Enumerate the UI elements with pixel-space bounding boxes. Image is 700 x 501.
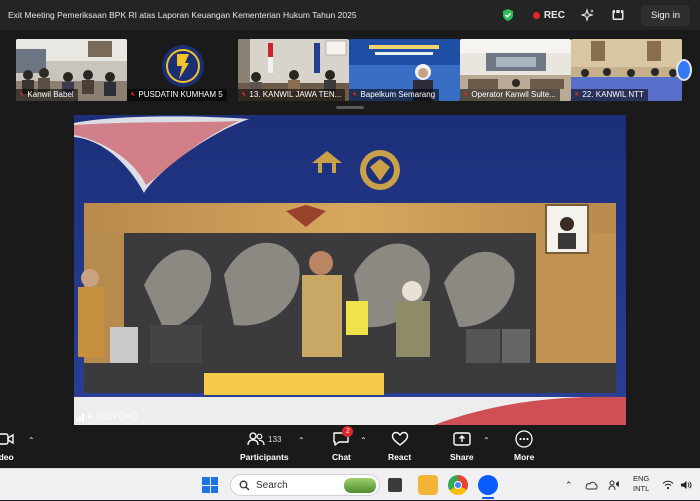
mic-muted-icon: 🔇︎ <box>575 91 580 98</box>
video-button[interactable]: ideo <box>0 430 14 462</box>
participants-options-chevron-icon[interactable]: ⌃ <box>298 436 305 445</box>
speaker-name-tag: R.SOEPOMO <box>76 412 137 421</box>
zoom-app-icon[interactable] <box>478 475 498 495</box>
participant-label: 🔇︎ Kanwil Babel <box>16 89 78 101</box>
taskbar-search[interactable] <box>230 474 380 496</box>
participant-tile[interactable]: 🔇︎ Kanwil Babel <box>16 39 127 101</box>
participant-name: 13. KANWIL JAWA TEN... <box>249 90 342 99</box>
participant-name: Kanwil Babel <box>27 90 74 99</box>
active-app-indicator <box>482 497 494 499</box>
file-explorer-icon[interactable] <box>418 475 438 495</box>
speaker-name: R.SOEPOMO <box>88 412 138 421</box>
wifi-icon[interactable] <box>662 480 674 490</box>
search-icon <box>239 480 250 490</box>
participant-name: 22. KANWIL NTT <box>582 90 644 99</box>
strip-next-button[interactable] <box>676 59 692 81</box>
video-camera-icon <box>0 433 14 445</box>
search-input[interactable] <box>256 479 336 491</box>
meeting-toolbar: ideo ⌃ 133 Participants ⌃ 2 <box>0 426 700 468</box>
volume-icon[interactable] <box>680 480 692 490</box>
participant-tile[interactable]: 🔇︎ Bapelkum Semarang <box>349 39 460 101</box>
participant-name: Operator Kanwil Sulte... <box>471 90 556 99</box>
windows-taskbar: ⌃ ENG INTL <box>0 468 700 500</box>
video-options-chevron-icon[interactable]: ⌃ <box>28 436 35 445</box>
participants-label: Participants <box>240 452 289 462</box>
sign-in-button[interactable]: Sign in <box>640 4 690 26</box>
keyboard-layout: INTL <box>633 484 650 493</box>
participant-name: Bapelkum Semarang <box>360 90 436 99</box>
share-screen-icon <box>453 432 471 446</box>
recording-indicator[interactable]: REC <box>532 9 565 21</box>
strip-resize-handle[interactable] <box>336 106 364 109</box>
mic-muted-icon: 🔇︎ <box>20 91 25 98</box>
garuda-emblem <box>360 150 400 190</box>
tray-chevron-icon[interactable]: ⌃ <box>565 480 573 491</box>
recording-label: REC <box>543 9 565 21</box>
mic-muted-icon: 🔇︎ <box>242 91 247 98</box>
participant-label: 🔇︎ Bapelkum Semarang <box>349 89 440 101</box>
sparkle-icon[interactable] <box>580 8 595 22</box>
meet-now-icon[interactable] <box>608 479 620 491</box>
participant-tile[interactable]: 🔇︎ Operator Kanwil Sulte... <box>460 39 571 101</box>
signal-bars-icon <box>76 413 85 421</box>
title-bar: Exit Meeting Pemeriksaan BPK RI atas Lap… <box>0 0 700 30</box>
video-label: ideo <box>0 452 14 462</box>
share-label: Share <box>450 452 474 462</box>
onedrive-icon[interactable] <box>585 480 598 490</box>
view-layout-icon[interactable] <box>611 8 625 22</box>
language-code: ENG <box>633 474 650 483</box>
react-label: React <box>388 452 412 462</box>
meeting-title: Exit Meeting Pemeriksaan BPK RI atas Lap… <box>8 10 357 20</box>
participant-name: PUSDATIN KUMHAM 5 <box>138 90 223 99</box>
more-dots-icon <box>515 430 533 448</box>
chat-unread-badge: 2 <box>342 426 354 437</box>
language-indicator[interactable]: ENG INTL <box>633 474 649 494</box>
participants-icon <box>247 432 265 446</box>
participants-count: 133 <box>268 434 282 444</box>
search-highlight-image <box>344 478 376 493</box>
mic-muted-icon: 🔇︎ <box>464 91 469 98</box>
main-speaker-video[interactable] <box>74 115 626 425</box>
chat-button[interactable]: 2 Chat <box>332 426 354 462</box>
document <box>346 301 368 335</box>
mic-muted-icon: 🔇︎ <box>353 91 358 98</box>
participant-label: 🔇︎ 13. KANWIL JAWA TEN... <box>238 89 346 101</box>
heart-icon <box>391 431 408 446</box>
participant-tile[interactable]: 🔇︎ 22. KANWIL NTT <box>571 39 682 101</box>
more-button[interactable]: More <box>514 430 534 462</box>
zoom-window: Exit Meeting Pemeriksaan BPK RI atas Lap… <box>0 0 700 468</box>
windows-start-icon[interactable] <box>202 477 218 493</box>
participant-thumbnail-strip: 🔇︎ Kanwil Babel 🔇︎ PUSDATIN KUMHAM 5 🔇︎ … <box>16 39 692 101</box>
shield-icon[interactable] <box>501 8 515 22</box>
recording-dot-icon <box>532 11 540 19</box>
participant-label: 🔇︎ 22. KANWIL NTT <box>571 89 648 101</box>
share-button[interactable]: Share <box>450 430 474 462</box>
chrome-icon[interactable] <box>448 475 468 495</box>
chat-label: Chat <box>332 452 351 462</box>
speaker-video-frame <box>74 115 626 425</box>
react-button[interactable]: React <box>388 430 411 462</box>
mic-muted-icon: 🔇︎ <box>131 91 136 98</box>
chat-options-chevron-icon[interactable]: ⌃ <box>360 436 367 445</box>
participants-button[interactable]: 133 Participants <box>240 430 289 462</box>
participant-label: 🔇︎ Operator Kanwil Sulte... <box>460 89 560 101</box>
system-tray: ⌃ <box>565 469 630 501</box>
participant-tile[interactable]: 🔇︎ 13. KANWIL JAWA TEN... <box>238 39 349 101</box>
share-options-chevron-icon[interactable]: ⌃ <box>483 436 490 445</box>
more-label: More <box>514 452 535 462</box>
participant-label: 🔇︎ PUSDATIN KUMHAM 5 <box>127 89 227 101</box>
task-view-icon[interactable] <box>388 478 402 492</box>
participant-tile[interactable]: 🔇︎ PUSDATIN KUMHAM 5 <box>127 39 238 101</box>
title-bar-controls: REC Sign in <box>501 0 700 30</box>
